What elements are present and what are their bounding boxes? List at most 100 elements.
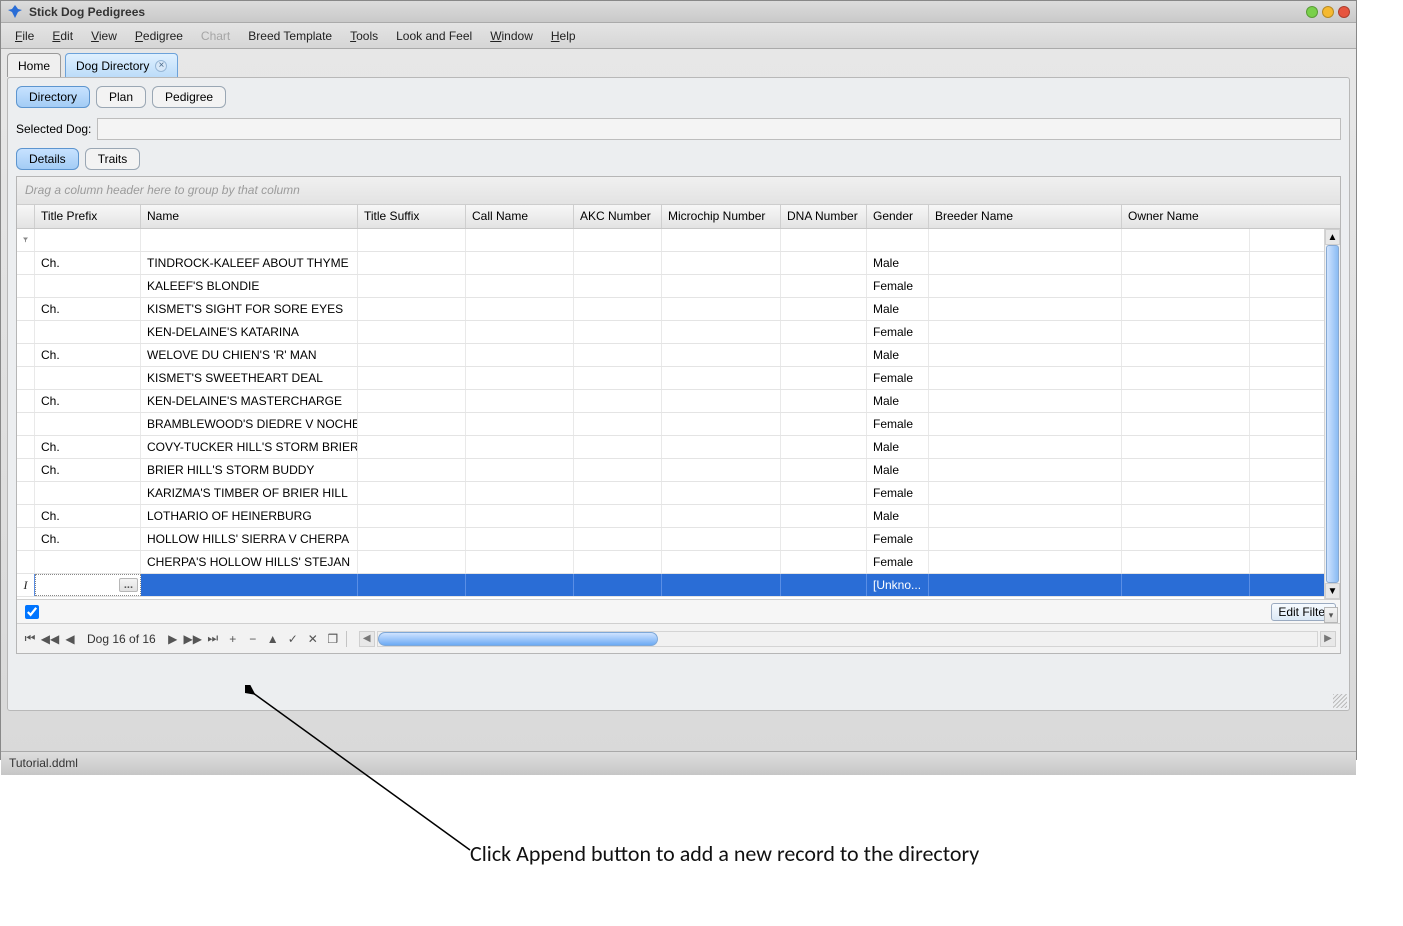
cell-name[interactable]: HOLLOW HILLS' SIERRA V CHERPA — [141, 528, 358, 550]
nav-delete-button[interactable]: − — [244, 630, 262, 648]
cell-title-prefix[interactable]: Ch. — [35, 505, 141, 527]
subtab-directory[interactable]: Directory — [16, 86, 90, 108]
header-dna-number[interactable]: DNA Number — [781, 205, 867, 228]
nav-next-page-button[interactable]: ▶▶ — [184, 630, 202, 648]
cell-gender[interactable]: Male — [867, 344, 929, 366]
filter-row[interactable] — [17, 229, 1340, 252]
cell-gender[interactable]: Male — [867, 390, 929, 412]
header-title-prefix[interactable]: Title Prefix — [35, 205, 141, 228]
cell-title-prefix[interactable] — [35, 413, 141, 435]
menu-look-and-feel[interactable]: Look and Feel — [388, 26, 480, 46]
vertical-scrollbar[interactable]: ▲ ▼ — [1324, 229, 1340, 599]
cell-name[interactable]: KALEEF'S BLONDIE — [141, 275, 358, 297]
cell-gender[interactable]: Female — [867, 551, 929, 573]
table-row[interactable]: Ch.KEN-DELAINE'S MASTERCHARGE Male — [17, 390, 1340, 413]
table-row[interactable]: KEN-DELAINE'S KATARINAFemale — [17, 321, 1340, 344]
nav-cancel-button[interactable]: ✕ — [304, 630, 322, 648]
cell-title-prefix[interactable]: Ch. — [35, 459, 141, 481]
cell-gender[interactable]: Female — [867, 275, 929, 297]
cell-name[interactable]: WELOVE DU CHIEN'S 'R' MAN — [141, 344, 358, 366]
header-breeder-name[interactable]: Breeder Name — [929, 205, 1122, 228]
cell-title-prefix[interactable] — [35, 367, 141, 389]
table-row[interactable]: KARIZMA'S TIMBER OF BRIER HILL Female — [17, 482, 1340, 505]
cell-name[interactable]: BRIER HILL'S STORM BUDDY — [141, 459, 358, 481]
tab-home[interactable]: Home — [7, 53, 61, 77]
cell-title-prefix[interactable]: Ch. — [35, 528, 141, 550]
cell-name[interactable]: KEN-DELAINE'S MASTERCHARGE — [141, 390, 358, 412]
cell-gender[interactable]: Male — [867, 298, 929, 320]
cell-name[interactable]: CHERPA'S HOLLOW HILLS' STEJAN — [141, 551, 358, 573]
table-row[interactable]: Ch.KISMET'S SIGHT FOR SORE EYESMale — [17, 298, 1340, 321]
zoom-button[interactable] — [1322, 6, 1334, 18]
cell-gender[interactable]: Female — [867, 482, 929, 504]
cell-name[interactable]: TINDROCK-KALEEF ABOUT THYME — [141, 252, 358, 274]
cell-title-prefix[interactable]: Ch. — [35, 252, 141, 274]
scroll-down-icon[interactable]: ▼ — [1325, 583, 1340, 599]
table-row[interactable]: Ch.TINDROCK-KALEEF ABOUT THYME Male — [17, 252, 1340, 275]
nav-first-button[interactable]: ⏮ — [21, 630, 39, 648]
hscroll-right-icon[interactable]: ▶ — [1320, 631, 1336, 647]
nav-edit-button[interactable]: ▲ — [264, 630, 282, 648]
cell-title-prefix[interactable]: Ch. — [35, 344, 141, 366]
nav-append-button[interactable]: + — [224, 630, 242, 648]
table-row[interactable]: KISMET'S SWEETHEART DEALFemale — [17, 367, 1340, 390]
nav-next-button[interactable]: ▶ — [164, 630, 182, 648]
header-owner-name[interactable]: Owner Name — [1122, 205, 1250, 228]
nav-prev-button[interactable]: ◀ — [61, 630, 79, 648]
close-tab-icon[interactable]: × — [155, 60, 167, 72]
cell-title-prefix[interactable]: Ch. — [35, 390, 141, 412]
cell-gender[interactable]: Female — [867, 367, 929, 389]
cell-title-prefix[interactable] — [35, 551, 141, 573]
close-button[interactable] — [1338, 6, 1350, 18]
menu-edit[interactable]: Edit — [44, 26, 81, 46]
cell-title-prefix[interactable]: Ch. — [35, 436, 141, 458]
menu-view[interactable]: View — [83, 26, 125, 46]
subtab-details[interactable]: Details — [16, 148, 79, 170]
subtab-pedigree[interactable]: Pedigree — [152, 86, 226, 108]
subtab-traits[interactable]: Traits — [85, 148, 141, 170]
cell-gender[interactable]: Male — [867, 436, 929, 458]
menu-tools[interactable]: Tools — [342, 26, 386, 46]
cell-title-prefix[interactable] — [35, 482, 141, 504]
minimize-button[interactable] — [1306, 6, 1318, 18]
nav-prev-page-button[interactable]: ◀◀ — [41, 630, 59, 648]
nav-last-button[interactable]: ⏭ — [204, 630, 222, 648]
scroll-thumb[interactable] — [1326, 245, 1339, 583]
new-row-gender[interactable]: [Unkno... — [867, 574, 929, 596]
cell-title-prefix[interactable] — [35, 321, 141, 343]
menu-file[interactable]: File — [7, 26, 42, 46]
table-row[interactable]: KALEEF'S BLONDIE Female — [17, 275, 1340, 298]
menu-window[interactable]: Window — [482, 26, 541, 46]
cell-gender[interactable]: Male — [867, 459, 929, 481]
horizontal-scrollbar[interactable]: ◀ ▶ — [359, 631, 1336, 647]
nav-post-button[interactable]: ✓ — [284, 630, 302, 648]
cell-name[interactable]: KEN-DELAINE'S KATARINA — [141, 321, 358, 343]
header-title-suffix[interactable]: Title Suffix — [358, 205, 466, 228]
menu-help[interactable]: Help — [543, 26, 584, 46]
table-row[interactable]: Ch.WELOVE DU CHIEN'S 'R' MAN Male — [17, 344, 1340, 367]
cell-gender[interactable]: Female — [867, 528, 929, 550]
cell-name[interactable]: KARIZMA'S TIMBER OF BRIER HILL — [141, 482, 358, 504]
table-row[interactable]: CHERPA'S HOLLOW HILLS' STEJAN Female — [17, 551, 1340, 574]
title-prefix-lookup-button[interactable]: ... — [119, 578, 138, 592]
table-row[interactable]: Ch.HOLLOW HILLS' SIERRA V CHERPA Female — [17, 528, 1340, 551]
selected-dog-input[interactable] — [97, 118, 1341, 140]
resize-grip-icon[interactable] — [1333, 694, 1347, 708]
header-akc-number[interactable]: AKC Number — [574, 205, 662, 228]
header-call-name[interactable]: Call Name — [466, 205, 574, 228]
new-record-row[interactable]: I ... [Unkno... — [17, 574, 1340, 597]
filter-enabled-checkbox[interactable] — [25, 605, 39, 619]
table-row[interactable]: BRAMBLEWOOD'S DIEDRE V NOCHEE IIFemale — [17, 413, 1340, 436]
cell-name[interactable]: LOTHARIO OF HEINERBURG — [141, 505, 358, 527]
tab-dog-directory[interactable]: Dog Directory × — [65, 53, 178, 77]
cell-title-prefix[interactable] — [35, 275, 141, 297]
table-row[interactable]: Ch.COVY-TUCKER HILL'S STORM BRIERMale — [17, 436, 1340, 459]
hscroll-left-icon[interactable]: ◀ — [359, 631, 375, 647]
group-panel[interactable]: Drag a column header here to group by th… — [17, 177, 1340, 205]
header-microchip-number[interactable]: Microchip Number — [662, 205, 781, 228]
cell-gender[interactable]: Male — [867, 252, 929, 274]
cell-name[interactable]: BRAMBLEWOOD'S DIEDRE V NOCHEE II — [141, 413, 358, 435]
hscroll-thumb[interactable] — [378, 632, 658, 646]
cell-gender[interactable]: Male — [867, 505, 929, 527]
cell-name[interactable]: KISMET'S SIGHT FOR SORE EYES — [141, 298, 358, 320]
